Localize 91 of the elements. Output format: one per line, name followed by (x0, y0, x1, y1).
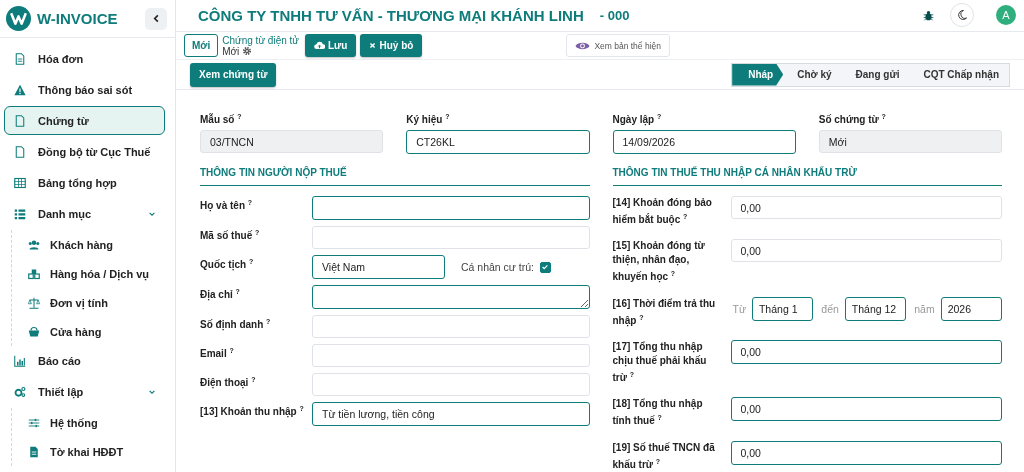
input-field[interactable]: 0,00 (730, 397, 1002, 422)
input-field[interactable]: 0,00 (730, 239, 1002, 263)
company-name: CÔNG TY TNHH TƯ VẤN - THƯƠNG MẠI KHÁNH LINH (198, 6, 584, 24)
input-field[interactable]: Từ tiền lương, tiền công (312, 402, 590, 427)
field-label: Số chứng từ $^{?}$ (818, 111, 887, 128)
file-icon (28, 445, 40, 458)
eye-icon (575, 40, 591, 51)
preview-button[interactable]: Xem bản thể hiện (566, 34, 670, 58)
company-code: - 000 (599, 7, 631, 23)
field-label: Email $^{?}$ (200, 346, 235, 362)
moon-icon (956, 9, 968, 22)
input-field[interactable]: 0,00 (730, 196, 1002, 220)
section-title: THÔNG TIN THUẾ THU NHẬP CÁ NHÂN KHẤU TRỪ (612, 167, 1002, 187)
table-icon (14, 176, 26, 189)
field-label: Địa chỉ $^{?}$ (200, 287, 241, 303)
document-icon (14, 145, 26, 158)
view-document-button[interactable]: Xem chứng từ (190, 62, 277, 87)
field-label: Mẫu số $^{?}$ (200, 111, 243, 128)
bug-icon[interactable] (923, 9, 934, 21)
check-icon (541, 263, 550, 272)
field-label: [17] Tổng thu nhập chịu thuế phải khấu trừ $^{?}$ (612, 340, 708, 386)
list-icon (14, 207, 26, 220)
cloud-upload-icon (314, 40, 325, 52)
sidebar-item[interactable]: Đồng bộ từ Cục Thuế (4, 137, 165, 166)
basket-icon (28, 325, 40, 338)
input-field[interactable] (312, 196, 590, 221)
sliders-icon (28, 416, 40, 429)
month-field[interactable]: Tháng 1 (751, 296, 814, 321)
sidebar-subitem[interactable]: Hàng hóa / Dịch vụ (16, 259, 165, 288)
input-field[interactable]: Mới (818, 130, 1002, 154)
range-label: Từ (732, 302, 746, 315)
year-field[interactable]: 2026 (940, 296, 1002, 321)
checkbox-label: Cá nhân cư trú: (461, 261, 534, 274)
field-label: Ngày lập $^{?}$ (612, 111, 663, 128)
gears-icon (14, 385, 26, 398)
range-label: năm (914, 302, 935, 315)
month-field[interactable]: Tháng 12 (844, 296, 907, 321)
sidebar-item[interactable]: Báo cáo (4, 346, 165, 375)
document-state: Mới (222, 45, 240, 57)
field-label: [18] Tổng thu nhập tính thuế $^{?}$ (612, 397, 704, 429)
document-icon (14, 52, 26, 65)
status-badge: Mới (184, 34, 219, 58)
field-label: Họ và tên $^{?}$ (200, 198, 254, 214)
document-type: Chứng từ điện tử (222, 34, 299, 46)
checkbox[interactable] (540, 261, 551, 273)
boxes-icon (28, 267, 40, 280)
scale-icon (28, 296, 40, 309)
sidebar-subitem[interactable]: Khách hàng (16, 230, 165, 259)
save-button[interactable]: Lưu (305, 34, 357, 58)
field-label: [14] Khoản đóng bảo hiểm bắt buộc $^{?}$ (612, 196, 713, 228)
app-logo-text: W-INVOICE (37, 10, 119, 27)
sidebar-item[interactable]: Thiết lập (4, 377, 165, 406)
field-label: [19] Số thuế TNCN đã khấu trừ $^{?}$ (612, 440, 716, 472)
settings-icon[interactable] (242, 46, 253, 57)
sidebar-item[interactable]: Chứng từ (4, 106, 165, 135)
cancel-button[interactable]: Huỷ bỏ (360, 34, 423, 58)
collapse-button[interactable] (145, 7, 167, 30)
sidebar-subitem[interactable]: Tờ khai HĐĐT (16, 437, 165, 466)
field-label: Quốc tịch $^{?}$ (200, 257, 255, 273)
bar-chart-icon (14, 354, 26, 367)
input-field[interactable]: CT26KL (406, 130, 590, 155)
warning-icon (14, 83, 26, 96)
sidebar-item[interactable]: Danh mục (4, 199, 165, 228)
range-label: đến (821, 302, 839, 315)
input-field[interactable]: 14/09/2026 (612, 130, 796, 155)
theme-toggle-button[interactable] (950, 3, 974, 28)
section-title: THÔNG TIN NGƯỜI NỘP THUẾ (200, 167, 590, 187)
field-label: [16] Thời điểm trả thu nhập $^{?}$ (612, 296, 717, 328)
document-icon (14, 114, 26, 127)
field-label: Điện thoại $^{?}$ (200, 375, 257, 391)
sidebar-subitem[interactable]: Hệ thống (16, 408, 165, 437)
text-area[interactable] (312, 285, 590, 310)
field-label: Ký hiệu $^{?}$ (406, 111, 451, 128)
sidebar-item[interactable]: Thông báo sai sót (4, 75, 165, 104)
field-label: [15] Khoản đóng từ thiện, nhân đạo, khuyến học $^{?}$ (612, 239, 706, 285)
sidebar-subitem[interactable]: Cửa hàng (16, 317, 165, 346)
chevron-left-icon (151, 14, 161, 23)
input-field[interactable]: 0,00 (730, 340, 1002, 364)
field-label: Số định danh $^{?}$ (200, 317, 272, 333)
users-icon (28, 238, 40, 251)
logo-icon (6, 6, 31, 31)
field-label: [13] Khoản thu nhập $^{?}$ (200, 404, 305, 420)
close-icon (369, 42, 377, 50)
sidebar-item[interactable]: Hóa đơn (4, 44, 165, 73)
sidebar-item[interactable]: Bảng tổng hợp (4, 168, 165, 197)
input-field[interactable]: Việt Nam (312, 255, 445, 280)
input-field[interactable]: 03/TNCN (200, 130, 384, 154)
field-label: Mã số thuế $^{?}$ (200, 228, 261, 244)
input-field[interactable]: 0,00 (730, 440, 1002, 465)
status-step[interactable]: Nháp (732, 63, 784, 86)
sidebar-subitem[interactable]: Đơn vị tính (16, 288, 165, 317)
